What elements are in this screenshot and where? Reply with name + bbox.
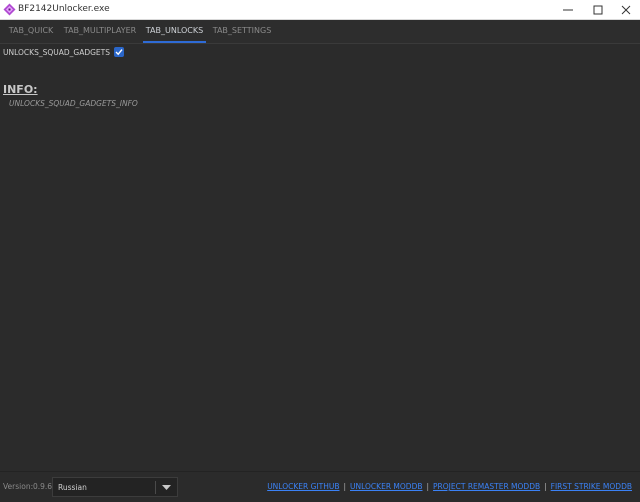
title-bar: BF2142Unlocker.exe [0, 0, 640, 20]
squad-gadgets-checkbox[interactable] [114, 47, 124, 57]
app-icon [3, 3, 16, 16]
link-unlocker-github[interactable]: UNLOCKER GITHUB [267, 482, 339, 491]
squad-gadgets-label: UNLOCKS_SQUAD_GADGETS [3, 47, 110, 57]
info-heading: INFO: [3, 83, 38, 96]
tab-quick-label: TAB_QUICK [8, 26, 54, 35]
tab-settings-label: TAB_SETTINGS [212, 26, 272, 35]
minimize-icon [563, 9, 573, 10]
active-tab-indicator [143, 41, 206, 43]
chevron-down-icon [162, 485, 171, 490]
maximize-button[interactable] [583, 0, 613, 19]
link-first-strike-moddb[interactable]: FIRST STRIKE MODDB [551, 482, 632, 491]
tab-bar: TAB_QUICK TAB_MULTIPLAYER TAB_UNLOCKS TA… [0, 20, 640, 44]
dropdown-divider [155, 481, 156, 494]
footer-links: UNLOCKER GITHUB | UNLOCKER MODDB | PROJECT R… [267, 482, 632, 491]
link-unlocker-moddb[interactable]: UNLOCKER MODDB [350, 482, 422, 491]
squad-gadgets-option: UNLOCKS_SQUAD_GADGETS [3, 46, 124, 58]
language-value: Russian [58, 483, 87, 492]
language-dropdown[interactable]: Russian [52, 477, 178, 497]
close-icon [621, 5, 631, 14]
tab-unlocks[interactable]: TAB_UNLOCKS [143, 20, 206, 43]
checkmark-icon [115, 49, 123, 56]
info-text: UNLOCKS_SQUAD_GADGETS_INFO [9, 99, 138, 108]
tab-multiplayer[interactable]: TAB_MULTIPLAYER [63, 20, 137, 43]
tab-unlocks-label: TAB_UNLOCKS [145, 26, 204, 35]
footer-bar: Version: 0.9.6 Russian UNLOCKER GITHUB | U… [0, 471, 640, 502]
version-label: Version: [3, 482, 34, 491]
link-separator: | [343, 482, 347, 491]
link-separator: | [426, 482, 430, 491]
link-project-remaster-moddb[interactable]: PROJECT REMASTER MODDB [433, 482, 540, 491]
minimize-button[interactable] [553, 0, 583, 19]
window-title: BF2142Unlocker.exe [18, 4, 110, 14]
close-button[interactable] [611, 0, 640, 19]
tab-multiplayer-label: TAB_MULTIPLAYER [63, 26, 137, 35]
tab-settings[interactable]: TAB_SETTINGS [211, 20, 273, 43]
link-separator: | [544, 482, 547, 491]
version-value: 0.9.6 [33, 482, 53, 491]
maximize-icon [593, 5, 603, 14]
tab-quick[interactable]: TAB_QUICK [3, 20, 59, 43]
